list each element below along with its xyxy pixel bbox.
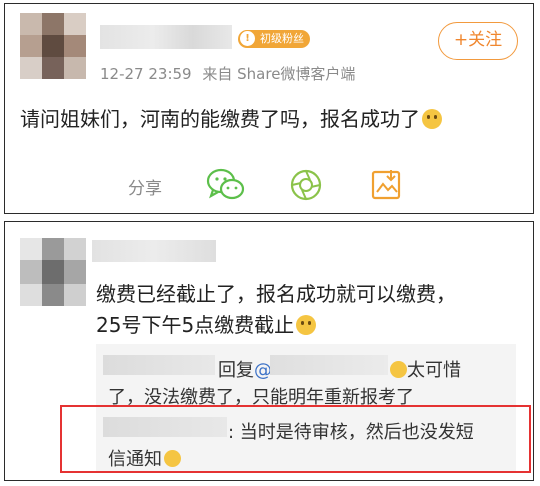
avatar[interactable] (20, 13, 86, 79)
nested-reply1-suffix: 太可惜 (407, 360, 461, 381)
reply-username[interactable] (92, 240, 216, 262)
fan-badge-label: 初级粉丝 (260, 32, 304, 45)
moments-icon[interactable] (289, 168, 323, 202)
save-image-icon[interactable] (371, 168, 403, 202)
fan-badge-icon: ! (240, 31, 255, 46)
reply-to-label: 回复 (218, 360, 254, 381)
nested-reply1-line1-end: 太可惜 (390, 356, 461, 382)
nested-reply1-username[interactable] (103, 355, 215, 375)
follow-button[interactable]: +关注 (438, 22, 518, 60)
username[interactable] (100, 25, 232, 49)
post-timestamp: 12-27 23:59 (100, 65, 192, 83)
post-text-content: 请问姐妹们，河南的能缴费了吗，报名成功了 (20, 107, 420, 131)
laugh-emoji-icon (296, 315, 317, 335)
highlight-box (60, 405, 531, 473)
reply-text-line1: 缴费已经截止了，报名成功就可以缴费， (96, 282, 456, 306)
reply-text-line2: 25号下午5点缴费截止 (96, 309, 317, 338)
reply-text-line2-content: 25号下午5点缴费截止 (96, 313, 295, 337)
wechat-icon[interactable] (206, 168, 246, 202)
fan-badge: ! 初级粉丝 (238, 30, 310, 48)
post-text: 请问姐妹们，河南的能缴费了吗，报名成功了 (20, 103, 442, 132)
smile-emoji-icon (422, 109, 442, 129)
post-source: 来自 Share微博客户端 (202, 65, 356, 83)
share-label: 分享 (128, 179, 162, 199)
nested-reply1-mention-user[interactable] (270, 355, 388, 375)
reply-avatar[interactable] (20, 238, 86, 306)
nested-reply1-line1: 回复@ (218, 356, 272, 382)
post-meta: 12-27 23:59 来自 Share微博客户端 (100, 63, 355, 84)
laugh-emoji-icon (390, 361, 407, 378)
